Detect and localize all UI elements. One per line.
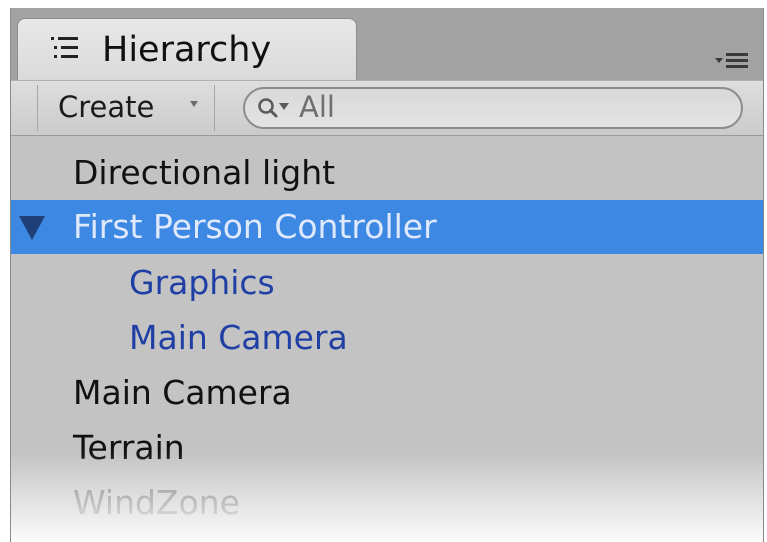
search-field[interactable]	[243, 87, 743, 129]
panel-menu-icon[interactable]	[715, 50, 749, 72]
create-button[interactable]: Create	[37, 85, 215, 131]
list-item[interactable]: Directional light	[11, 146, 763, 200]
hierarchy-window: Hierarchy Create All Directional light F…	[10, 8, 764, 542]
list-item-label: Main Camera	[73, 373, 292, 412]
create-button-label: Create	[58, 90, 155, 124]
list-item-label: Terrain	[73, 428, 185, 467]
list-item-child[interactable]: Main Camera	[11, 311, 763, 365]
list-item[interactable]: WindZone	[11, 476, 763, 530]
list-item-label: WindZone	[73, 483, 240, 522]
search-filter-icon[interactable]	[257, 96, 297, 120]
dropdown-arrow-icon	[190, 101, 198, 107]
hierarchy-toolbar: Create	[11, 80, 763, 136]
list-item[interactable]: Main Camera	[11, 366, 763, 420]
list-item-child[interactable]: Graphics	[11, 256, 763, 310]
hierarchy-list: Directional light First Person Controlle…	[11, 136, 763, 542]
list-item-label: Main Camera	[129, 318, 348, 357]
tab-hierarchy[interactable]: Hierarchy	[17, 18, 357, 80]
foldout-expanded-icon[interactable]	[19, 216, 45, 240]
list-icon	[50, 35, 80, 61]
list-item[interactable]: Terrain	[11, 421, 763, 475]
list-item-selected[interactable]: First Person Controller	[11, 200, 763, 254]
search-input[interactable]	[299, 92, 719, 122]
list-item-label: Graphics	[129, 263, 275, 302]
tab-title: Hierarchy	[102, 30, 272, 70]
list-item-label: First Person Controller	[73, 207, 437, 246]
screenshot-frame: Hierarchy Create All Directional light F…	[0, 0, 767, 542]
list-item-label: Directional light	[73, 153, 336, 192]
